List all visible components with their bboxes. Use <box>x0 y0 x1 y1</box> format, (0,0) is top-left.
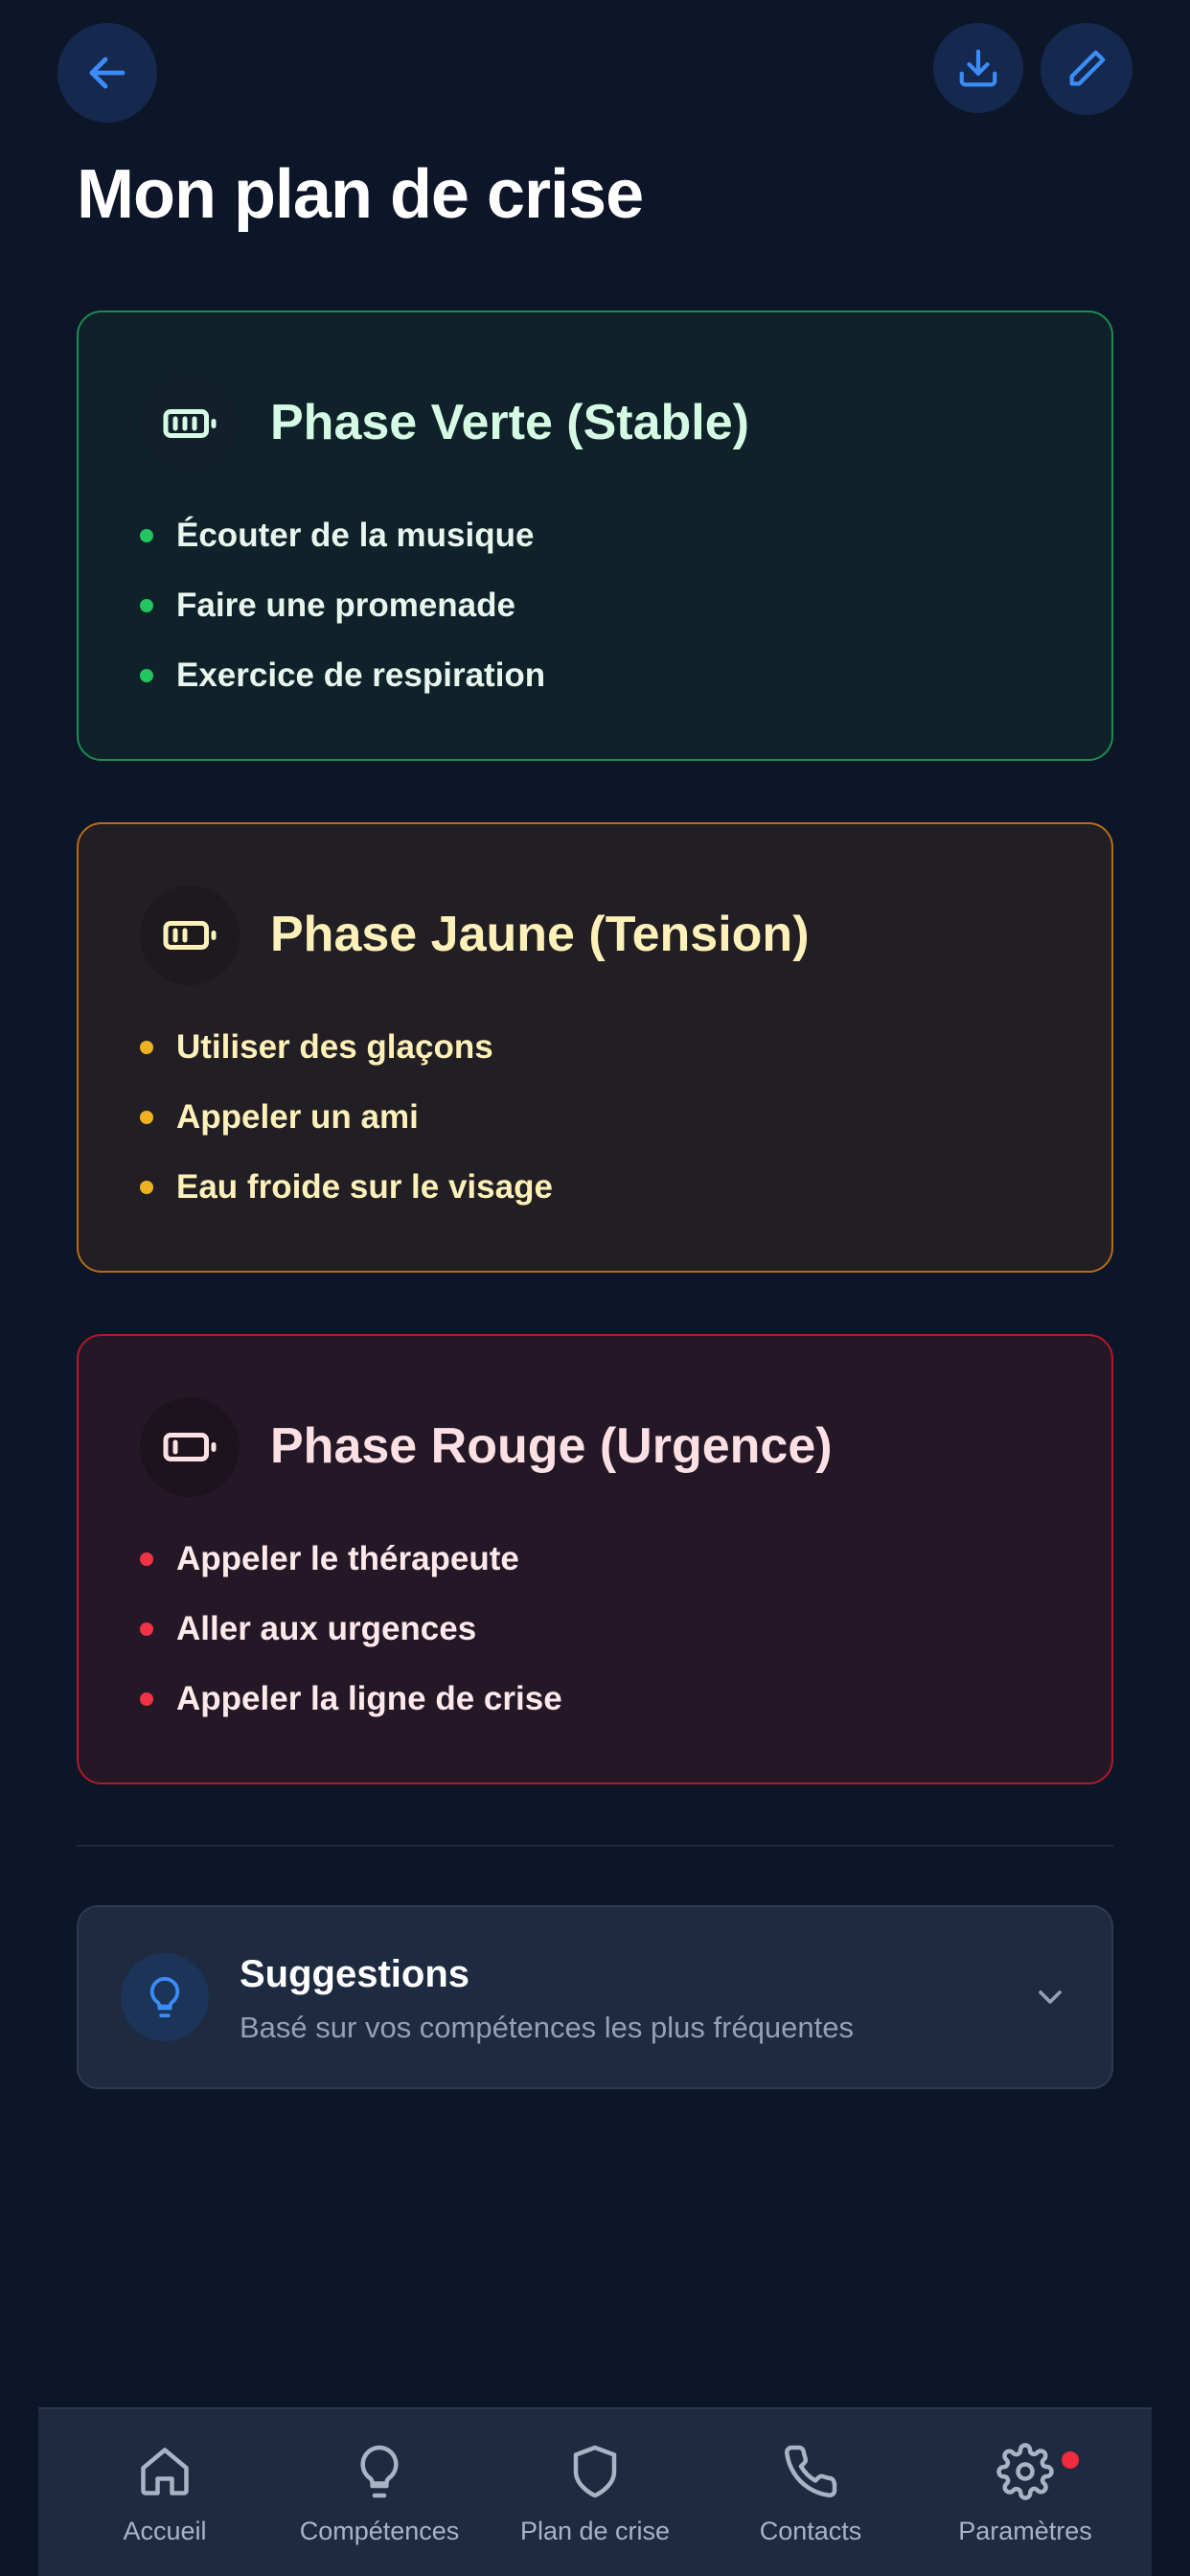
bullet-dot <box>140 1040 153 1054</box>
nav-item-accueil[interactable]: Accueil <box>57 2409 272 2576</box>
edit-button[interactable] <box>1041 23 1133 115</box>
nav-label: Paramètres <box>958 2517 1092 2545</box>
nav-label: Contacts <box>759 2517 862 2545</box>
nav-item-parametres[interactable]: Paramètres <box>918 2409 1133 2576</box>
phase-title: Phase Rouge (Urgence) <box>270 1418 833 1474</box>
suggestions-title: Suggestions <box>240 1953 470 1995</box>
nav-label: Accueil <box>123 2517 207 2545</box>
list-item: Appeler le thérapeute <box>140 1524 562 1594</box>
list-item: Utiliser des glaçons <box>140 1012 553 1082</box>
bullet-dot <box>140 668 153 682</box>
list-item-label: Aller aux urgences <box>176 1609 477 1647</box>
bullet-dot <box>140 598 153 612</box>
list-item-label: Appeler la ligne de crise <box>176 1679 562 1717</box>
back-button[interactable] <box>57 23 157 123</box>
shield-icon <box>566 2438 624 2505</box>
phase-card-green[interactable]: Phase Verte (Stable) Écouter de la musiq… <box>77 310 1113 761</box>
list-item: Faire une promenade <box>140 570 545 640</box>
phase-title: Phase Jaune (Tension) <box>270 907 810 962</box>
suggestions-accordion[interactable]: Suggestions Basé sur vos compétences les… <box>77 1905 1113 2089</box>
bullet-dot <box>140 1110 153 1124</box>
crisis-plan-screen: Mon plan de crise Phase Verte (Stable) É… <box>0 0 1190 2576</box>
list-item: Écouter de la musique <box>140 500 545 570</box>
phase-card-yellow[interactable]: Phase Jaune (Tension) Utiliser des glaço… <box>77 822 1113 1273</box>
suggestions-icon-container <box>121 1953 209 2041</box>
bullet-dot <box>140 528 153 542</box>
download-icon <box>959 49 997 87</box>
nav-label: Plan de crise <box>519 2517 671 2545</box>
nav-item-plan-de-crise[interactable]: Plan de crise <box>488 2409 702 2576</box>
phase-title: Phase Verte (Stable) <box>270 395 749 450</box>
bottom-navigation: Accueil Compétences Plan de crise Contac… <box>38 2407 1152 2576</box>
gear-icon <box>996 2438 1054 2505</box>
lightbulb-icon <box>149 1976 180 2018</box>
list-item-label: Faire une promenade <box>176 586 515 624</box>
list-item: Eau froide sur le visage <box>140 1152 553 1222</box>
battery-medium-icon <box>163 921 217 950</box>
phase-icon-container <box>140 374 240 473</box>
nav-item-contacts[interactable]: Contacts <box>703 2409 918 2576</box>
home-icon <box>136 2438 194 2505</box>
list-item-label: Appeler le thérapeute <box>176 1539 519 1577</box>
suggestions-subtitle: Basé sur vos compétences les plus fréque… <box>240 2011 855 2044</box>
bullet-dot <box>140 1691 153 1706</box>
phase-action-list: Appeler le thérapeute Aller aux urgences… <box>140 1524 562 1734</box>
list-item-label: Eau froide sur le visage <box>176 1167 553 1206</box>
battery-full-icon <box>163 409 217 438</box>
phone-icon <box>782 2438 839 2505</box>
phase-card-red[interactable]: Phase Rouge (Urgence) Appeler le thérape… <box>77 1334 1113 1784</box>
list-item: Aller aux urgences <box>140 1594 562 1664</box>
bullet-dot <box>140 1552 153 1566</box>
section-divider <box>77 1845 1113 1847</box>
download-button[interactable] <box>933 23 1023 113</box>
list-item-label: Exercice de respiration <box>176 656 546 694</box>
page-title: Mon plan de crise <box>77 156 644 233</box>
list-item-label: Appeler un ami <box>176 1097 419 1136</box>
phase-icon-container <box>140 886 240 985</box>
lightbulb-icon <box>351 2438 408 2505</box>
phase-action-list: Utiliser des glaçons Appeler un ami Eau … <box>140 1012 553 1222</box>
notification-badge <box>1062 2451 1079 2469</box>
battery-low-icon <box>163 1433 217 1461</box>
list-item-label: Utiliser des glaçons <box>176 1027 493 1066</box>
nav-item-competences[interactable]: Compétences <box>272 2409 487 2576</box>
bullet-dot <box>140 1622 153 1636</box>
chevron-down-icon[interactable] <box>1023 1970 1077 2024</box>
bullet-dot <box>140 1180 153 1194</box>
phase-action-list: Écouter de la musique Faire une promenad… <box>140 500 545 710</box>
list-item-label: Écouter de la musique <box>176 516 535 554</box>
list-item: Appeler un ami <box>140 1082 553 1152</box>
pencil-icon <box>1069 50 1106 86</box>
arrow-left-icon <box>89 57 126 89</box>
list-item: Exercice de respiration <box>140 640 545 710</box>
phase-icon-container <box>140 1397 240 1497</box>
nav-label: Compétences <box>299 2517 460 2545</box>
list-item: Appeler la ligne de crise <box>140 1664 562 1734</box>
